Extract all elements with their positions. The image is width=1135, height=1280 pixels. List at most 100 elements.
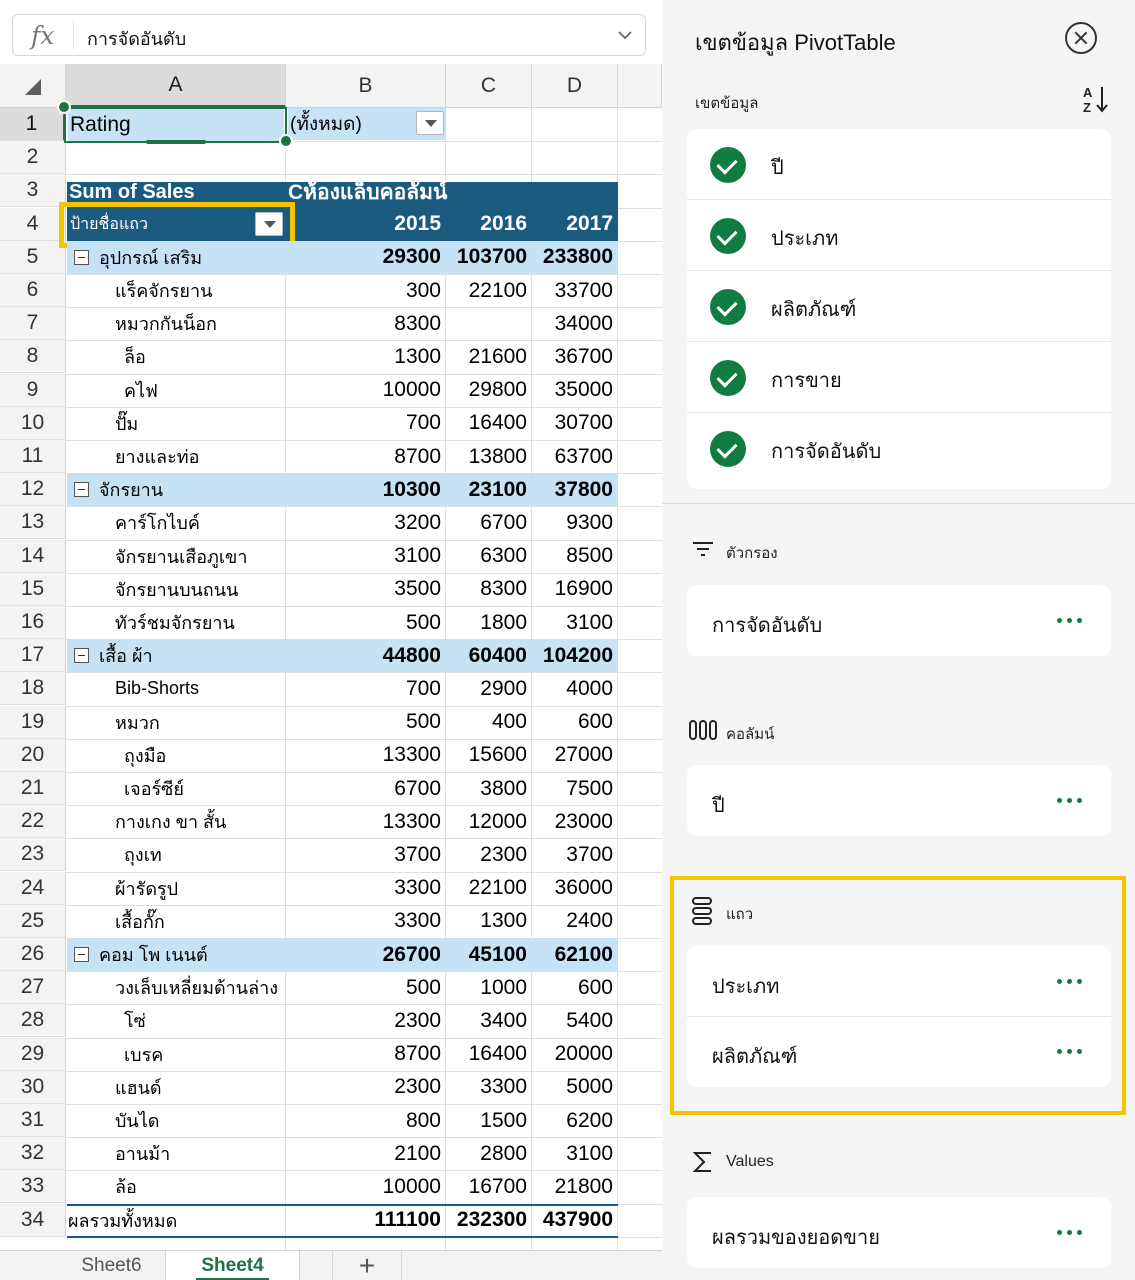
column-header-a[interactable]: A xyxy=(66,64,286,108)
row-header-28[interactable]: 28 xyxy=(0,1004,66,1038)
select-all-icon[interactable] xyxy=(25,79,41,95)
row-header-18[interactable]: 18 xyxy=(0,672,66,706)
row-header-31[interactable]: 31 xyxy=(0,1104,66,1137)
row-header-8[interactable]: 8 xyxy=(0,340,66,374)
close-icon[interactable] xyxy=(1065,22,1097,54)
collapse-icon[interactable] xyxy=(74,648,89,664)
row-header-4[interactable]: 4 xyxy=(0,207,66,241)
more-options-icon[interactable] xyxy=(1057,1049,1083,1055)
formula-value[interactable]: การจัดอันดับ xyxy=(87,24,186,53)
row-header-19[interactable]: 19 xyxy=(0,705,66,739)
selection-handle[interactable] xyxy=(279,134,293,148)
grand-total-value: 111100 xyxy=(374,1208,441,1232)
row-header-34[interactable]: 34 xyxy=(0,1203,66,1237)
sort-az-icon[interactable]: A Z xyxy=(1082,84,1110,114)
pivot-year-header[interactable]: 2016 xyxy=(446,208,532,241)
row-header-21[interactable]: 21 xyxy=(0,772,66,805)
pivot-item-row: วงเล็บเหลี่ยมด้านล่าง xyxy=(68,971,284,1004)
row-header-7[interactable]: 7 xyxy=(0,307,66,341)
pivot-item-row: แฮนด์ xyxy=(68,1071,284,1104)
field-item-rating[interactable]: การจัดอันดับ xyxy=(687,413,1111,484)
filter-field-value[interactable]: (ทั้งหมด) xyxy=(288,108,412,140)
row-header-20[interactable]: 20 xyxy=(0,738,66,772)
field-item-year[interactable]: ปี xyxy=(687,129,1111,200)
row-label-text: คาร์โกไบค์ xyxy=(115,513,200,534)
checkbox-checked-icon[interactable] xyxy=(710,147,746,183)
row-header-29[interactable]: 29 xyxy=(0,1037,66,1071)
grand-total-value: 232300 xyxy=(456,1208,527,1232)
row-header-15[interactable]: 15 xyxy=(0,572,66,606)
row-header-9[interactable]: 9 xyxy=(0,373,66,407)
row-header-11[interactable]: 11 xyxy=(0,440,66,473)
value-item-sum-sales[interactable]: ผลรวมของยอดขาย xyxy=(687,1197,1111,1268)
sheet-tab-sheet4[interactable]: Sheet4 xyxy=(166,1251,300,1280)
collapse-icon[interactable] xyxy=(74,482,89,498)
worksheet-grid[interactable]: ABCD 1 2 3 4 5 6 7 8 9 10 11 12 13 14 15 16 17 18 19 20 21 22… xyxy=(0,64,662,1250)
pivot-value-cell: 44800 xyxy=(382,643,441,667)
row-label-text: แฮนด์ xyxy=(115,1077,162,1098)
row-header-6[interactable]: 6 xyxy=(0,274,66,307)
collapse-icon[interactable] xyxy=(74,947,89,962)
pivot-category-row[interactable]: อุปกรณ์ เสริม xyxy=(68,241,284,274)
row-header-33[interactable]: 33 xyxy=(0,1170,66,1204)
more-options-icon[interactable] xyxy=(1057,1230,1083,1236)
more-options-icon[interactable] xyxy=(1057,979,1083,985)
row-label-text: เจอร์ซีย์ xyxy=(124,779,184,799)
filter-dropdown-button[interactable] xyxy=(416,111,444,135)
pivot-value-cell: 33700 xyxy=(554,278,613,302)
selection-handle[interactable] xyxy=(57,100,71,114)
more-options-icon[interactable] xyxy=(1057,798,1083,804)
checkbox-checked-icon[interactable] xyxy=(710,289,746,325)
checkbox-checked-icon[interactable] xyxy=(710,218,746,254)
row-header-22[interactable]: 22 xyxy=(0,805,66,839)
selection-resize-bar[interactable] xyxy=(146,140,206,144)
chevron-down-icon[interactable] xyxy=(617,27,633,43)
row-header-26[interactable]: 26 xyxy=(0,938,66,971)
row-header-27[interactable]: 27 xyxy=(0,971,66,1005)
checkbox-checked-icon[interactable] xyxy=(710,360,746,396)
row-header-13[interactable]: 13 xyxy=(0,506,66,540)
field-item-product[interactable]: ผลิตภัณฑ์ xyxy=(687,271,1111,342)
column-header-d[interactable]: D xyxy=(532,64,618,108)
row-header-12[interactable]: 12 xyxy=(0,473,66,507)
rows-section-label: แถว xyxy=(726,906,754,923)
row-header-25[interactable]: 25 xyxy=(0,904,66,938)
collapse-icon[interactable] xyxy=(74,249,89,265)
add-sheet-button[interactable]: + xyxy=(332,1250,402,1280)
field-item-category[interactable]: ประเภท xyxy=(687,200,1111,271)
column-header-b[interactable]: B xyxy=(286,64,446,108)
pivot-category-row[interactable]: เสื้อ ผ้า xyxy=(68,639,284,672)
row-header-5[interactable]: 5 xyxy=(0,240,66,274)
row-header-3[interactable]: 3 xyxy=(0,174,66,208)
row-item-category[interactable]: ประเภท xyxy=(687,946,1111,1017)
row-header-17[interactable]: 17 xyxy=(0,639,66,673)
row-header-14[interactable]: 14 xyxy=(0,539,66,573)
function-icon[interactable]: fx xyxy=(31,21,54,50)
select-all-corner[interactable] xyxy=(0,64,66,108)
row-header-10[interactable]: 10 xyxy=(0,406,66,440)
formula-bar[interactable]: fx การจัดอันดับ xyxy=(12,14,646,56)
panel-title: เขตข้อมูล PivotTable xyxy=(695,30,896,55)
pivot-year-header[interactable]: 2015 xyxy=(288,208,446,241)
pivot-category-row[interactable]: จักรยาน xyxy=(68,473,284,506)
column-item-year[interactable]: ปี xyxy=(687,765,1111,836)
row-header-24[interactable]: 24 xyxy=(0,871,66,905)
row-header-32[interactable]: 32 xyxy=(0,1137,66,1171)
pivot-year-header[interactable]: 2017 xyxy=(532,208,618,241)
fields-list: ปี ประเภท ผลิตภัณฑ์ การขาย การจัดอันดับ xyxy=(687,129,1111,489)
filter-item-rating[interactable]: การจัดอันดับ xyxy=(687,585,1111,656)
row-header-23[interactable]: 23 xyxy=(0,838,66,872)
checkbox-checked-icon[interactable] xyxy=(710,431,746,467)
row-header-30[interactable]: 30 xyxy=(0,1070,66,1104)
more-options-icon[interactable] xyxy=(1057,618,1083,624)
row-header-1[interactable]: 1 xyxy=(0,108,66,141)
column-header-c[interactable]: C xyxy=(446,64,532,108)
row-header-2[interactable]: 2 xyxy=(0,141,66,175)
row-item-product[interactable]: ผลิตภัณฑ์ xyxy=(687,1016,1111,1087)
sheet-tab-sheet6[interactable]: Sheet6 xyxy=(58,1251,166,1280)
field-item-sales[interactable]: การขาย xyxy=(687,342,1111,413)
pivot-category-row[interactable]: คอม โพ เนนต์ xyxy=(68,938,284,971)
pivot-value-cell: 300 xyxy=(405,278,441,302)
row-header-16[interactable]: 16 xyxy=(0,606,66,639)
pivot-item-row: กางเกง ขา สั้น xyxy=(68,805,284,838)
